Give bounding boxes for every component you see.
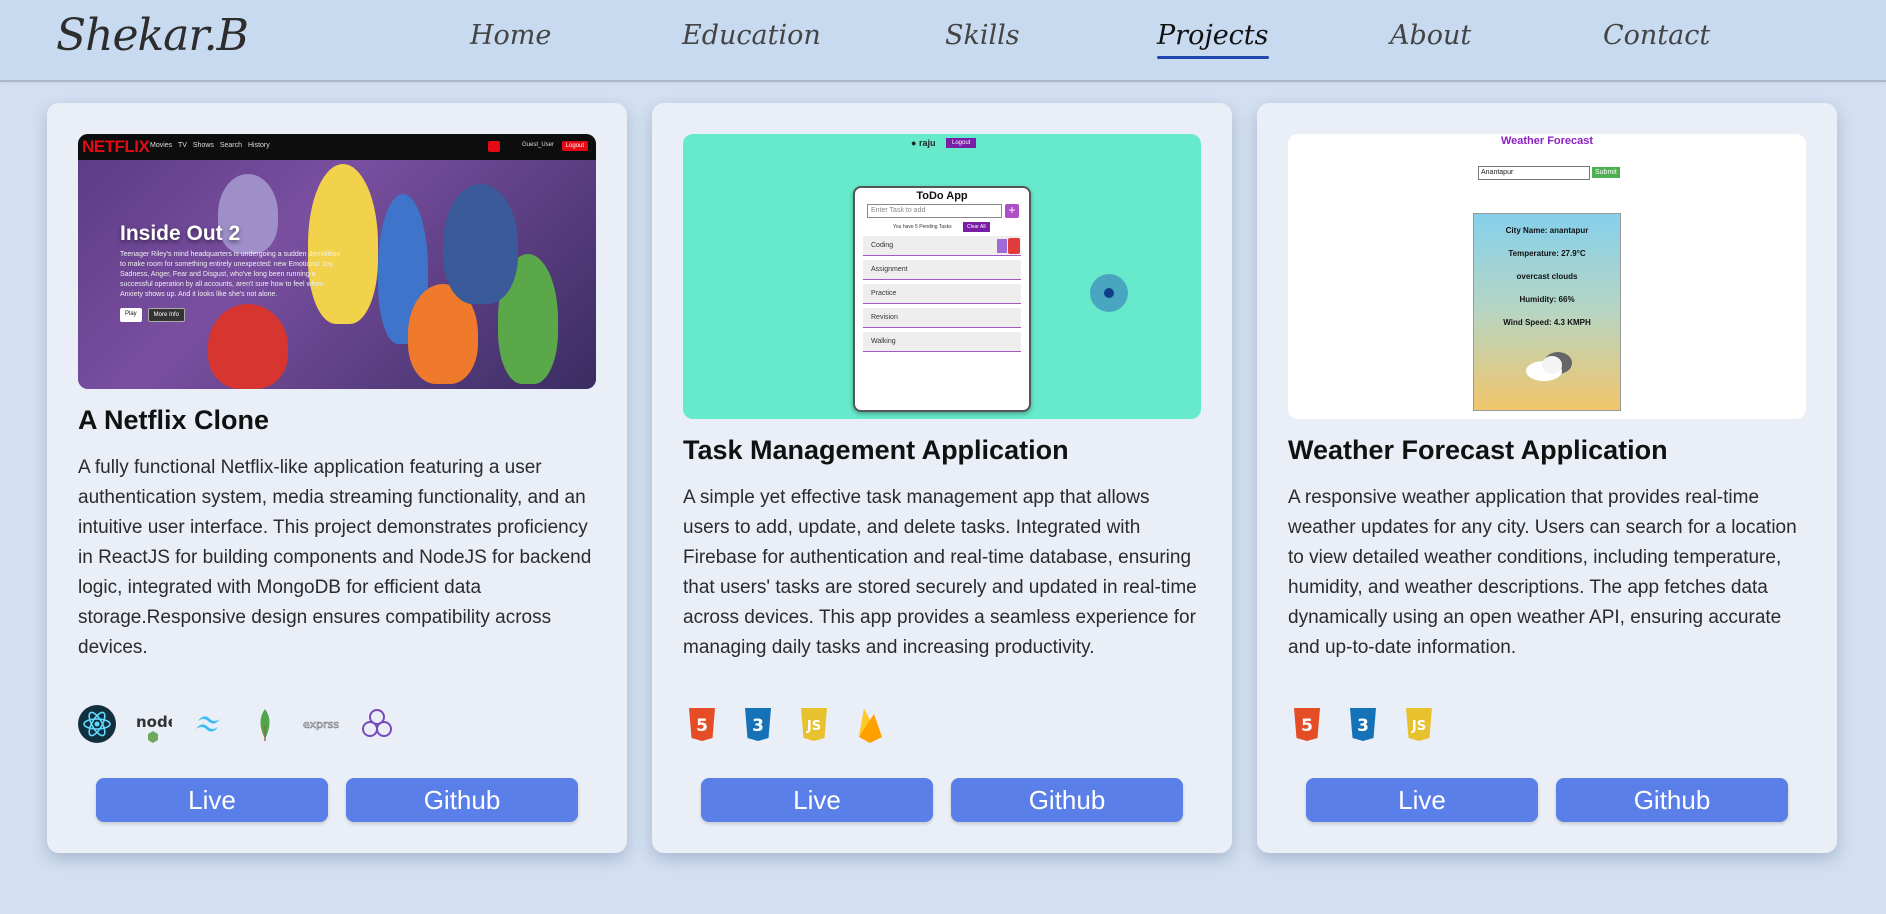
svg-text:JS: JS bbox=[806, 719, 821, 734]
github-button[interactable]: Github bbox=[1556, 778, 1788, 822]
weather-humidity: Humidity: 66% bbox=[1519, 295, 1575, 304]
hero-play: Play bbox=[120, 308, 142, 322]
github-button[interactable]: Github bbox=[346, 778, 578, 822]
svg-text:3: 3 bbox=[752, 716, 764, 736]
live-button[interactable]: Live bbox=[701, 778, 933, 822]
nav-contact[interactable]: Contact bbox=[1603, 20, 1710, 51]
nav-projects-label: Projects bbox=[1157, 20, 1269, 51]
live-button[interactable]: Live bbox=[96, 778, 328, 822]
todo-logout: Logout bbox=[946, 138, 977, 148]
hero-description: Teenager Riley's mind headquarters is un… bbox=[120, 251, 341, 298]
css3-icon: 3 bbox=[739, 705, 777, 743]
express-icon: ex prss bbox=[302, 705, 340, 743]
svg-text:node: node bbox=[136, 713, 172, 731]
hero-buttons: Play More Info bbox=[120, 308, 186, 322]
firebase-icon bbox=[851, 705, 889, 743]
todo-item: Coding bbox=[863, 236, 1021, 256]
netflix-user: Guest_User bbox=[521, 142, 554, 148]
svg-text:3: 3 bbox=[1357, 716, 1369, 736]
hero-title: Inside Out 2 bbox=[120, 222, 241, 245]
nav-home[interactable]: Home bbox=[470, 20, 551, 51]
weather-input: Anantapur bbox=[1478, 166, 1590, 180]
project-card-netflix: NETFLIX Movies TV Shows Search History G… bbox=[47, 103, 627, 853]
tailwind-icon bbox=[190, 705, 228, 743]
weather-result: City Name: anantapur Temperature: 27.9°C… bbox=[1473, 213, 1621, 411]
tech-stack: node exprss bbox=[78, 705, 396, 743]
project-title: Weather Forecast Application bbox=[1288, 435, 1668, 465]
svg-text:ex: ex bbox=[303, 718, 317, 731]
javascript-icon: JS bbox=[795, 705, 833, 743]
character-ennui bbox=[443, 184, 518, 304]
github-button[interactable]: Github bbox=[951, 778, 1183, 822]
hero-more-info: More Info bbox=[147, 308, 186, 322]
todo-input: Enter Task to add bbox=[867, 204, 1002, 218]
todo-user-name: raju bbox=[918, 138, 936, 148]
css3-icon: 3 bbox=[1344, 705, 1382, 743]
project-title: A Netflix Clone bbox=[78, 405, 270, 435]
redux-icon bbox=[358, 705, 396, 743]
todo-item: Revision bbox=[863, 308, 1021, 328]
live-button[interactable]: Live bbox=[1306, 778, 1538, 822]
nav-about[interactable]: About bbox=[1390, 20, 1471, 51]
svg-text:5: 5 bbox=[696, 716, 708, 736]
tech-stack: 5 3 JS bbox=[683, 705, 889, 743]
todo-user: ● raju bbox=[911, 138, 936, 148]
html5-icon: 5 bbox=[683, 705, 721, 743]
netflix-navbar: NETFLIX Movies TV Shows Search History G… bbox=[78, 134, 596, 160]
netflix-logo: NETFLIX bbox=[82, 137, 150, 156]
project-description: A simple yet effective task management a… bbox=[683, 487, 1197, 658]
weather-title: Weather Forecast bbox=[1500, 135, 1594, 147]
character-anger bbox=[208, 304, 288, 389]
nav-education[interactable]: Education bbox=[682, 20, 821, 51]
todo-clear-all: Clear All bbox=[963, 222, 990, 232]
weather-city: City Name: anantapur bbox=[1505, 226, 1589, 235]
javascript-icon: JS bbox=[1400, 705, 1438, 743]
svg-text:5: 5 bbox=[1301, 716, 1313, 736]
todo-item: Practice bbox=[863, 284, 1021, 304]
html5-icon: 5 bbox=[1288, 705, 1326, 743]
project-card-weather: Weather Forecast Anantapur Submit City N… bbox=[1257, 103, 1837, 853]
todo-title: ToDo App bbox=[916, 190, 968, 202]
character-joy bbox=[308, 164, 378, 324]
netflix-screenshot: NETFLIX Movies TV Shows Search History G… bbox=[78, 134, 596, 389]
tech-stack: 5 3 JS bbox=[1288, 705, 1438, 743]
todo-item: Walking bbox=[863, 332, 1021, 352]
todo-item-label: Coding bbox=[871, 242, 894, 249]
project-card-task-manager: ● raju Logout ToDo App Enter Task to add… bbox=[652, 103, 1232, 853]
weather-screenshot: Weather Forecast Anantapur Submit City N… bbox=[1288, 134, 1806, 419]
todo-panel: ToDo App Enter Task to add + You have 5 … bbox=[853, 186, 1031, 412]
react-icon bbox=[78, 705, 116, 743]
svg-text:prss: prss bbox=[316, 718, 339, 731]
weather-temperature: Temperature: 27.9°C bbox=[1508, 249, 1586, 258]
cloud-icon bbox=[1524, 349, 1576, 388]
trash-icon bbox=[1008, 238, 1020, 254]
active-underline bbox=[1157, 56, 1269, 59]
search-icon bbox=[488, 141, 500, 152]
weather-wind: Wind Speed: 4.3 KMPH bbox=[1503, 318, 1591, 327]
weather-condition: overcast clouds bbox=[1516, 272, 1578, 281]
todo-item: Assignment bbox=[863, 260, 1021, 280]
weather-submit: Submit bbox=[1592, 167, 1620, 178]
nav-skills[interactable]: Skills bbox=[945, 20, 1020, 51]
plus-icon: + bbox=[1005, 204, 1019, 218]
svg-text:JS: JS bbox=[1411, 719, 1426, 734]
cursor-dot-icon bbox=[1090, 274, 1128, 312]
todo-screenshot: ● raju Logout ToDo App Enter Task to add… bbox=[683, 134, 1201, 419]
nodejs-icon: node bbox=[134, 705, 172, 743]
project-description: A responsive weather application that pr… bbox=[1288, 487, 1797, 658]
project-title: Task Management Application bbox=[683, 435, 1069, 465]
mongodb-icon bbox=[246, 705, 284, 743]
brand-logo[interactable]: Shekar.B bbox=[56, 10, 249, 61]
nav-projects[interactable]: Projects bbox=[1157, 20, 1269, 59]
netflix-menu: Movies TV Shows Search History bbox=[150, 142, 270, 149]
navbar: Shekar.B Home Education Skills Projects … bbox=[0, 0, 1886, 82]
netflix-logout: Logout bbox=[561, 141, 588, 151]
todo-pending: You have 5 Pending Tasks bbox=[893, 224, 952, 230]
edit-icon bbox=[997, 239, 1007, 253]
project-description: A fully functional Netflix-like applicat… bbox=[78, 457, 592, 658]
